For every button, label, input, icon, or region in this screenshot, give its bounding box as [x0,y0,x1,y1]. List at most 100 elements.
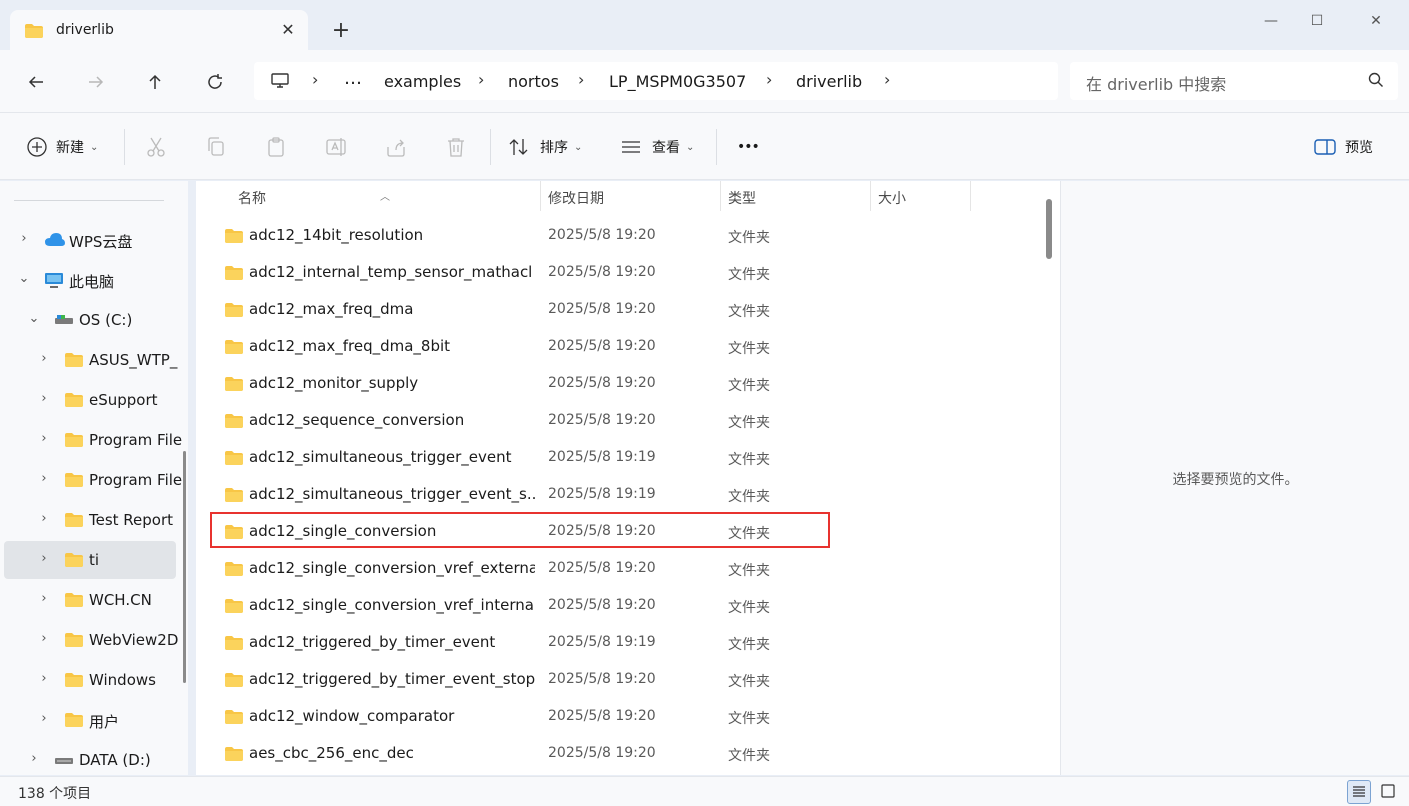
sidebar-scrollbar[interactable] [183,451,186,683]
chevron-right-icon[interactable]: › [36,671,52,687]
view-button[interactable]: 查看 ⌄ [620,135,694,159]
chevron-right-icon[interactable]: › [36,351,52,367]
sidebar-item-data-d[interactable]: › DATA (D:) [4,741,176,775]
file-row[interactable]: aes_cbc_256_enc_dec 2025/5/8 19:20 文件夹 [210,735,830,772]
folder-icon [225,710,243,724]
share-icon[interactable] [384,135,408,159]
chevron-down-icon[interactable]: ⌄ [26,311,42,327]
large-icons-view-button[interactable] [1377,780,1401,804]
details-view-button[interactable] [1347,780,1371,804]
arrow-right-icon [89,76,104,88]
search-input[interactable]: 在 driverlib 中搜索 [1086,71,1226,95]
file-row[interactable]: adc12_14bit_resolution 2025/5/8 19:20 文件夹 [210,217,830,254]
cut-icon[interactable] [144,135,168,159]
new-button[interactable]: 新建 ⌄ [26,135,98,159]
file-row[interactable]: adc12_window_comparator 2025/5/8 19:20 文件夹 [210,698,830,735]
up-button[interactable] [139,66,171,98]
close-button[interactable]: ✕ [1353,6,1399,36]
column-header-type[interactable]: 类型 [721,181,870,211]
more-button[interactable]: ••• [737,135,760,159]
file-type: 文件夹 [728,711,770,727]
breadcrumb-lp-mspm0g3507[interactable]: LP_MSPM0G3507 [609,72,746,91]
refresh-button[interactable] [199,66,231,98]
search-box[interactable]: 在 driverlib 中搜索 [1070,62,1398,100]
chevron-right-icon[interactable]: › [36,591,52,607]
folder-icon [65,353,83,367]
breadcrumb-overflow[interactable]: … [344,68,362,89]
file-row[interactable]: adc12_max_freq_dma 2025/5/8 19:20 文件夹 [210,291,830,328]
delete-icon[interactable] [444,135,468,159]
drive-icon [55,758,73,764]
paste-icon[interactable] [264,135,288,159]
chevron-right-icon[interactable]: › [26,751,42,767]
sidebar-item-webview2d[interactable]: › WebView2D [4,621,178,659]
chevron-right-icon[interactable]: › [16,231,32,247]
file-row[interactable]: adc12_single_conversion_vref_external 202… [210,550,830,587]
sidebar-item-wps-cloud[interactable]: › WPS云盘 [4,221,176,259]
column-header-date[interactable]: 修改日期 [541,181,720,211]
file-type: 文件夹 [728,748,770,764]
sidebar-item-esupport[interactable]: › eSupport [4,381,176,419]
computer-icon [45,273,63,288]
file-row[interactable]: adc12_internal_temp_sensor_mathacl 2025/5… [210,254,830,291]
preview-pane: 选择要预览的文件。 [1060,181,1409,775]
chevron-right-icon[interactable]: › [36,391,52,407]
file-row[interactable]: adc12_sequence_conversion 2025/5/8 19:20 文… [210,402,830,439]
sidebar-item-windows[interactable]: › Windows [4,661,176,699]
sidebar-item-test-report[interactable]: › Test Report [4,501,176,539]
sidebar-item-this-pc[interactable]: ⌄ 此电脑 [4,261,176,299]
file-date: 2025/5/8 19:20 [548,264,656,280]
file-row[interactable]: adc12_simultaneous_trigger_event_s... 202… [210,476,830,513]
chevron-down-icon[interactable]: ⌄ [16,271,32,287]
file-type: 文件夹 [728,267,770,283]
folder-icon [225,636,243,650]
chevron-right-icon[interactable]: › [36,431,52,447]
column-header-name[interactable]: 名称 ︿ [196,181,540,211]
copy-icon[interactable] [204,135,228,159]
chevron-right-icon[interactable]: › [36,631,52,647]
file-row[interactable]: adc12_monitor_supply 2025/5/8 19:20 文件夹 [210,365,830,402]
new-tab-button[interactable]: + [328,18,354,44]
tab-driverlib[interactable]: driverlib ✕ [10,10,308,50]
sidebar-item-asus-wtp[interactable]: › ASUS_WTP_ [4,341,177,379]
sidebar-item-program-files[interactable]: › Program File [4,421,182,459]
cloud-icon [45,233,65,246]
sidebar-item-label: DATA (D:) [79,751,151,769]
file-date: 2025/5/8 19:20 [548,301,656,317]
refresh-icon [208,74,222,89]
chevron-right-icon[interactable]: › [36,551,52,567]
rename-icon[interactable] [324,135,348,159]
folder-icon [225,229,243,243]
status-bar: 138 个项目 [0,776,1409,806]
chevron-right-icon[interactable]: › [36,711,52,727]
sort-button[interactable]: 排序 ⌄ [508,135,582,159]
file-row[interactable]: adc12_triggered_by_timer_event_stop 2025/… [210,661,830,698]
tab-close-button[interactable]: ✕ [276,18,300,42]
file-date: 2025/5/8 19:19 [548,634,656,650]
forward-button[interactable] [80,66,112,98]
minimize-button[interactable]: — [1248,6,1294,36]
sidebar-item-ti[interactable]: › ti [4,541,176,579]
chevron-right-icon: › [312,70,319,89]
chevron-right-icon[interactable]: › [36,471,52,487]
column-header-size[interactable]: 大小 [871,181,970,211]
file-row[interactable]: adc12_triggered_by_timer_event 2025/5/8 1… [210,624,830,661]
file-row[interactable]: adc12_single_conversion_vref_internal 202… [210,587,830,624]
sidebar-item-wch-cn[interactable]: › WCH.CN [4,581,176,619]
chevron-right-icon[interactable]: › [36,511,52,527]
column-separator[interactable] [970,181,971,211]
sidebar-item-users[interactable]: › 用户 [4,701,176,739]
breadcrumb-examples[interactable]: examples [384,72,461,91]
address-bar[interactable]: › … examples › nortos › LP_MSPM0G3507 › … [254,62,1058,100]
file-row[interactable]: adc12_simultaneous_trigger_event 2025/5/8… [210,439,830,476]
sidebar-item-program-files-x86[interactable]: › Program File [4,461,182,499]
breadcrumb-driverlib[interactable]: driverlib [796,72,862,91]
file-name: adc12_triggered_by_timer_event [249,633,496,651]
breadcrumb-nortos[interactable]: nortos [508,72,559,91]
back-button[interactable] [20,66,52,98]
maximize-button[interactable]: ☐ [1294,6,1340,36]
file-list-scrollbar[interactable] [1046,199,1052,259]
preview-pane-button[interactable]: 预览 [1314,135,1373,159]
sidebar-item-os-c[interactable]: ⌄ OS (C:) [4,301,176,339]
file-row[interactable]: adc12_max_freq_dma_8bit 2025/5/8 19:20 文件夹 [210,328,830,365]
